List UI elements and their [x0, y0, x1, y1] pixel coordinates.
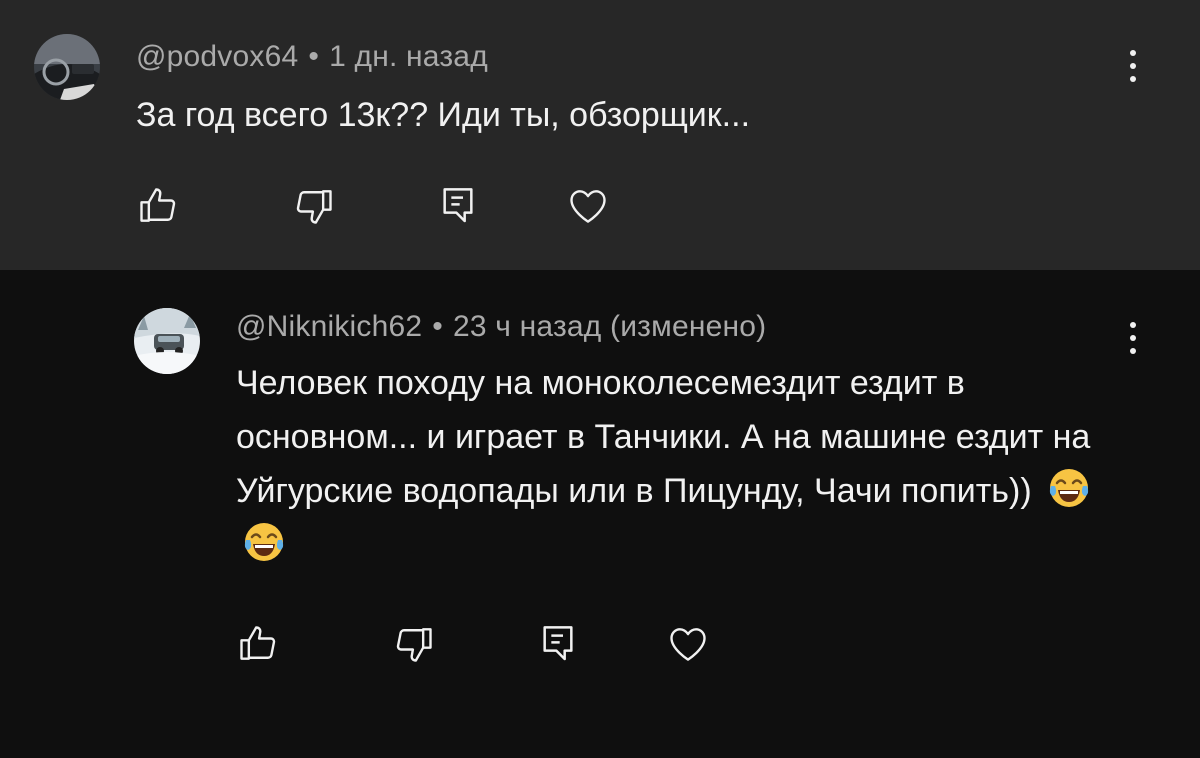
meta-separator: • — [432, 310, 443, 343]
comment-meta: @podvox64 • 1 дн. назад — [136, 40, 488, 74]
dislike-button[interactable] — [286, 180, 342, 232]
comment-text: Человек походу на моноколесемездит ездит… — [236, 356, 1136, 572]
comment-time[interactable]: 23 ч назад (изменено) — [453, 310, 766, 343]
thumbs-up-icon — [140, 188, 176, 222]
comment-meta: @Niknikich62 • 23 ч назад (изменено) — [236, 310, 766, 344]
comment-top: @podvox64 • 1 дн. назад За год всего 13к??… — [0, 0, 1200, 270]
reply-comment-icon — [443, 188, 473, 223]
tears-of-joy-emoji — [242, 520, 286, 564]
thumbs-up-icon — [240, 626, 276, 660]
author-avatar[interactable] — [134, 308, 200, 374]
tears-of-joy-emoji — [1047, 466, 1091, 510]
comment-text: За год всего 13к?? Иди ты, обзорщик... — [136, 96, 751, 134]
comment-time[interactable]: 1 дн. назад — [329, 40, 488, 73]
comment-reply: @Niknikich62 • 23 ч назад (изменено) Челов… — [0, 270, 1200, 758]
reply-button[interactable] — [430, 180, 486, 232]
heart-button[interactable] — [560, 180, 616, 232]
like-button[interactable] — [230, 618, 286, 670]
thumbs-down-icon — [396, 628, 432, 662]
author-name[interactable]: @Niknikich62 — [236, 310, 422, 343]
more-vert-icon[interactable] — [1118, 44, 1148, 88]
heart-icon — [570, 190, 606, 223]
thumbs-down-icon — [296, 190, 332, 224]
author-name[interactable]: @podvox64 — [136, 40, 298, 73]
reply-button[interactable] — [530, 618, 586, 670]
dislike-button[interactable] — [386, 618, 442, 670]
author-avatar[interactable] — [34, 34, 100, 100]
comment-body: Человек походу на моноколесемездит ездит… — [236, 364, 1091, 510]
more-vert-icon[interactable] — [1118, 316, 1148, 360]
reply-comment-icon — [543, 626, 573, 661]
like-button[interactable] — [130, 180, 186, 232]
heart-button[interactable] — [660, 618, 716, 670]
meta-separator: • — [308, 40, 320, 73]
heart-icon — [670, 628, 706, 661]
